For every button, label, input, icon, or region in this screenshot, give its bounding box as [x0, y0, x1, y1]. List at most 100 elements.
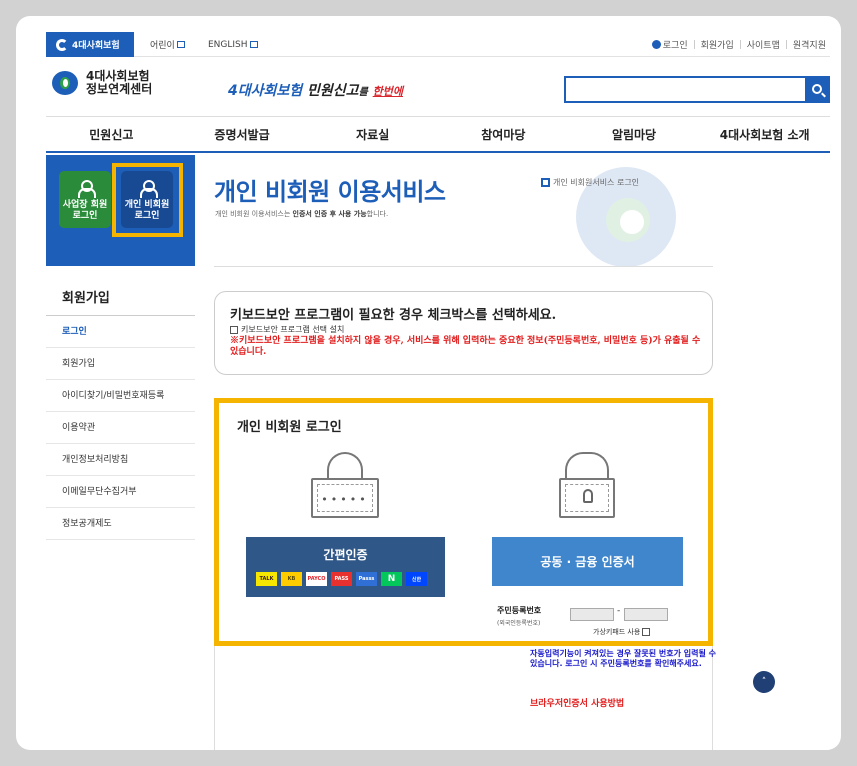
nav-complaint[interactable]: 민원신고 [46, 117, 177, 151]
business-login-button[interactable]: 사업장 회원 로그인 [59, 171, 111, 228]
search-input[interactable] [564, 76, 807, 103]
square-bullet-icon [541, 178, 550, 187]
breadcrumb-label: 개인 비회원서비스 로그인 [553, 178, 640, 187]
subtitle-bold: 인증서 인증 후 사용 가능 [292, 210, 367, 218]
business-login-line2: 로그인 [72, 211, 98, 221]
login-title: 개인 비회원 로그인 [237, 420, 342, 435]
kids-link-label: 어린이 [150, 41, 175, 51]
page-title: 개인 비회원 이용서비스 [214, 178, 446, 206]
search-icon [811, 83, 822, 94]
easy-auth-label: 간편인증 [323, 548, 368, 562]
scroll-top-button[interactable]: ˄ [753, 671, 775, 693]
browser-cert-guide-link[interactable]: 브라우저인증서 사용방법 [530, 696, 624, 709]
screenshot-card: 4대사회보험 어린이 ENGLISH 로그인 회원가입 사이트맵 원격지원 4대… [16, 16, 841, 750]
rrn-front-input[interactable] [570, 608, 614, 621]
site-logo[interactable]: 4대사회보험 정보연계센터 [50, 68, 152, 98]
page-subtitle: 개인 비회원 이용서비스는 인증서 인증 후 사용 가능합니다. [215, 209, 388, 219]
search-button[interactable] [805, 76, 830, 103]
rrn-label: 주민등록번호 [497, 606, 542, 615]
side-item-privacy[interactable]: 개인정보처리방침 [46, 444, 195, 476]
logo-swirl-icon [56, 38, 68, 51]
lock-icon [651, 40, 661, 49]
nav-certificate[interactable]: 증명서발급 [177, 117, 308, 151]
util-login-label: 로그인 [662, 41, 688, 51]
util-brand-label: 4대사회보험 [72, 41, 120, 51]
checkbox[interactable] [230, 325, 238, 334]
side-item-login[interactable]: 로그인 [46, 316, 195, 348]
util-remote-support-link[interactable]: 원격지원 [793, 38, 826, 51]
english-link-label: ENGLISH [208, 39, 248, 50]
divider [693, 40, 695, 49]
slogan-blue: 4대사회보험 [228, 83, 303, 99]
divider [739, 40, 741, 49]
divider [214, 266, 713, 267]
building-user-icon [78, 180, 96, 198]
keyboard-heading: 키보드보안 프로그램이 필요한 경우 체크박스를 선택하세요. [230, 308, 557, 323]
divider [785, 40, 787, 49]
util-join-link[interactable]: 회원가입 [701, 38, 734, 51]
kakao-icon: TALK [256, 572, 277, 586]
slogan-red: 한번에 [372, 85, 404, 98]
english-link[interactable]: ENGLISH [208, 32, 258, 57]
auth-provider-list: TALK KB PAYCO PASS Passs N 신한 [256, 572, 427, 586]
nav-archive[interactable]: 자료실 [307, 117, 438, 151]
website: 4대사회보험 어린이 ENGLISH 로그인 회원가입 사이트맵 원격지원 4대… [46, 32, 830, 750]
rrn-back-input[interactable] [624, 608, 668, 621]
side-item-terms[interactable]: 이용약관 [46, 412, 195, 444]
rrn-dash: - [617, 606, 621, 616]
payco-icon: PAYCO [306, 572, 327, 586]
nav-notice[interactable]: 알림마당 [569, 117, 700, 151]
side-item-email-refuse[interactable]: 이메일무단수집거부 [46, 476, 195, 508]
util-home-link[interactable]: 4대사회보험 [46, 32, 134, 57]
virtual-keypad-label: 가상키패드 사용 [593, 628, 641, 636]
shinhan-icon: 신한 [406, 572, 427, 586]
util-login-link[interactable]: 로그인 [651, 38, 688, 51]
utility-bar: 4대사회보험 어린이 ENGLISH 로그인 회원가입 사이트맵 원격지원 [46, 32, 830, 57]
logo-icon [50, 68, 80, 98]
rrn-note: (외국인등록번호) [497, 620, 541, 627]
highlight-frame [112, 163, 183, 237]
nav-about[interactable]: 4대사회보험 소개 [699, 117, 830, 151]
certificate-lock-icon [553, 452, 621, 522]
slogan-dark: 민원신고 [307, 83, 359, 99]
naver-icon: N [381, 572, 402, 586]
checkbox[interactable] [642, 628, 651, 636]
side-item-find-id[interactable]: 아이디찾기/비밀번호재등록 [46, 380, 195, 412]
subtitle-pre: 개인 비회원 이용서비스는 [215, 210, 293, 218]
keyhole-icon [583, 489, 593, 503]
keyboard-install-checkbox[interactable]: 키보드보안 프로그램 선택 설치 [230, 324, 344, 335]
side-menu: 회원가입 로그인 회원가입 아이디찾기/비밀번호재등록 이용약관 개인정보처리방… [46, 282, 195, 540]
external-link-icon [249, 41, 258, 48]
keyboard-checkbox-label: 키보드보안 프로그램 선택 설치 [241, 325, 345, 334]
toss-icon: Passs [356, 572, 377, 586]
breadcrumb: 개인 비회원서비스 로그인 [541, 177, 639, 188]
nav-participation[interactable]: 참여마당 [438, 117, 569, 151]
login-type-panel: 사업장 회원 로그인 개인 비회원 로그인 [46, 155, 195, 266]
subtitle-post: 합니다. [366, 210, 389, 218]
lock-dots: ••••• [321, 493, 369, 506]
certificate-auth-button[interactable]: 공동 · 금융 인증서 [492, 537, 683, 586]
header-slogan: 4대사회보험 민원신고를 한번에 [228, 80, 403, 100]
easy-auth-button[interactable]: 간편인증 TALK KB PAYCO PASS Passs N 신한 [246, 537, 445, 597]
util-sitemap-link[interactable]: 사이트맵 [747, 38, 780, 51]
side-menu-title: 회원가입 [46, 282, 195, 316]
side-item-disclosure[interactable]: 정보공개제도 [46, 508, 195, 540]
site-header: 4대사회보험 정보연계센터 4대사회보험 민원신고를 한번에 [46, 58, 830, 116]
side-item-join[interactable]: 회원가입 [46, 348, 195, 380]
logo-line2: 정보연계센터 [86, 82, 153, 96]
business-login-line1: 사업장 회원 [62, 200, 108, 210]
main-nav: 민원신고 증명서발급 자료실 참여마당 알림마당 4대사회보험 소개 [46, 116, 830, 153]
autofill-warning: 자동입력기능이 켜져있는 경우 잘못된 번호가 입력될 수 있습니다. 로그인 … [530, 649, 716, 668]
individual-login-box: 개인 비회원 로그인 ••••• 간편인증 TALK KB PAYCO PASS… [214, 398, 713, 646]
external-link-icon [176, 41, 185, 48]
pass-icon: PASS [331, 572, 352, 586]
chevron-up-icon: ˄ [761, 677, 767, 687]
virtual-keypad-checkbox[interactable]: 가상키패드 사용 [593, 627, 651, 637]
logo-text: 4대사회보험 정보연계센터 [86, 70, 152, 96]
util-right-links: 로그인 회원가입 사이트맵 원격지원 [651, 32, 826, 57]
keyboard-warning: ※키보드보안 프로그램을 설치하지 않을 경우, 서비스를 위해 입력하는 중요… [230, 336, 701, 357]
slogan-tail: 를 [358, 87, 368, 98]
kb-icon: KB [281, 572, 302, 586]
kids-link[interactable]: 어린이 [150, 32, 185, 57]
keyboard-security-box: 키보드보안 프로그램이 필요한 경우 체크박스를 선택하세요. 키보드보안 프로… [214, 291, 713, 375]
